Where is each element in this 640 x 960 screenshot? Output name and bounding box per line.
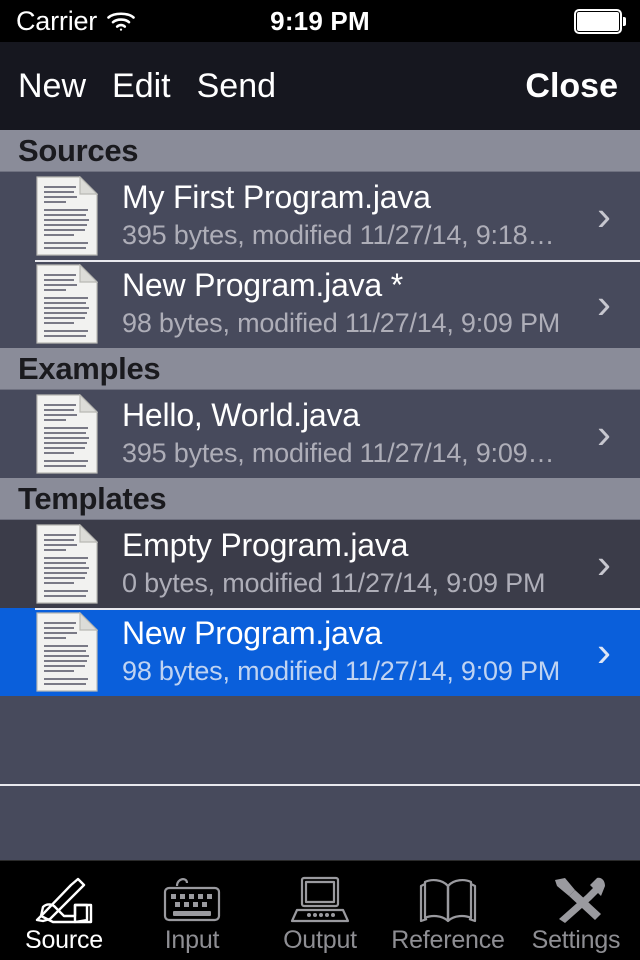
file-row[interactable]: My First Program.java 395 bytes, modified…	[0, 172, 640, 260]
document-icon	[36, 612, 98, 692]
keyboard-icon	[159, 874, 225, 926]
file-row[interactable]: Empty Program.java 0 bytes, modified 11/2…	[0, 520, 640, 608]
section-header: Examples	[0, 348, 640, 390]
close-button[interactable]: Close	[525, 69, 618, 103]
open-book-icon	[415, 874, 481, 926]
document-icon	[36, 394, 98, 474]
tab-label: Source	[24, 926, 103, 954]
tools-icon	[543, 874, 609, 926]
file-name: Empty Program.java	[122, 528, 409, 564]
tab-label: Input	[164, 926, 220, 954]
section-header: Sources	[0, 130, 640, 172]
hand-pen-icon	[31, 874, 97, 926]
chevron-right-icon[interactable]: ›	[578, 195, 640, 237]
file-meta: 0 bytes, modified 11/27/14, 9:09 PM	[122, 568, 546, 599]
tab-source[interactable]: Source	[0, 861, 128, 960]
file-name: Hello, World.java	[122, 398, 360, 434]
tab-settings[interactable]: Settings	[512, 861, 640, 960]
file-name: New Program.java *	[122, 268, 403, 304]
tab-label: Settings	[531, 926, 621, 954]
status-bar-right	[574, 0, 626, 42]
file-meta: 98 bytes, modified 11/27/14, 9:09 PM	[122, 308, 561, 339]
chevron-right-icon[interactable]: ›	[578, 283, 640, 325]
battery-full-icon	[574, 8, 626, 34]
file-name: My First Program.java	[122, 180, 431, 216]
tab-label: Reference	[391, 926, 505, 954]
chevron-right-icon[interactable]: ›	[578, 631, 640, 673]
file-row-text: New Program.java 98 bytes, modified 11/27…	[110, 616, 578, 687]
chevron-right-icon[interactable]: ›	[578, 413, 640, 455]
empty-row	[0, 784, 640, 860]
file-list[interactable]: Sources My First Program.java 395 bytes, m…	[0, 130, 640, 860]
file-row[interactable]: New Program.java * 98 bytes, modified 11/…	[0, 260, 640, 348]
file-meta: 98 bytes, modified 11/27/14, 9:09 PM	[122, 656, 561, 687]
laptop-icon	[287, 874, 353, 926]
file-meta: 395 bytes, modified 11/27/14, 9:18…	[122, 220, 555, 251]
edit-button[interactable]: Edit	[112, 69, 171, 103]
section-header: Templates	[0, 478, 640, 520]
file-name: New Program.java	[122, 616, 383, 652]
file-row-text: My First Program.java 395 bytes, modified…	[110, 180, 578, 251]
tab-label: Output	[283, 926, 357, 954]
tab-reference[interactable]: Reference	[384, 861, 512, 960]
document-icon	[36, 176, 98, 256]
navbar-right-group: Close	[525, 42, 618, 130]
file-row-text: New Program.java * 98 bytes, modified 11/…	[110, 268, 578, 339]
status-bar-clock: 9:19 PM	[270, 5, 370, 36]
new-button[interactable]: New	[18, 69, 86, 103]
status-bar: Carrier 9:19 PM	[0, 0, 640, 42]
file-row-text: Hello, World.java 395 bytes, modified 11/…	[110, 398, 578, 469]
file-meta: 395 bytes, modified 11/27/14, 9:09…	[122, 438, 555, 469]
chevron-right-icon[interactable]: ›	[578, 543, 640, 585]
file-row-text: Empty Program.java 0 bytes, modified 11/2…	[110, 528, 578, 599]
document-icon	[36, 264, 98, 344]
tab-input[interactable]: Input	[128, 861, 256, 960]
empty-row	[0, 696, 640, 784]
navigation-bar: New Edit Send Close	[0, 42, 640, 130]
navbar-left-group: New Edit Send	[18, 42, 276, 130]
tab-bar: Source Input Output Reference Settings	[0, 860, 640, 960]
send-button[interactable]: Send	[197, 69, 276, 103]
tab-output[interactable]: Output	[256, 861, 384, 960]
file-row[interactable]: Hello, World.java 395 bytes, modified 11/…	[0, 390, 640, 478]
file-row[interactable]: New Program.java 98 bytes, modified 11/27…	[0, 608, 640, 696]
document-icon	[36, 524, 98, 604]
app-root: Carrier 9:19 PM New Edit Send Close Sour…	[0, 0, 640, 960]
